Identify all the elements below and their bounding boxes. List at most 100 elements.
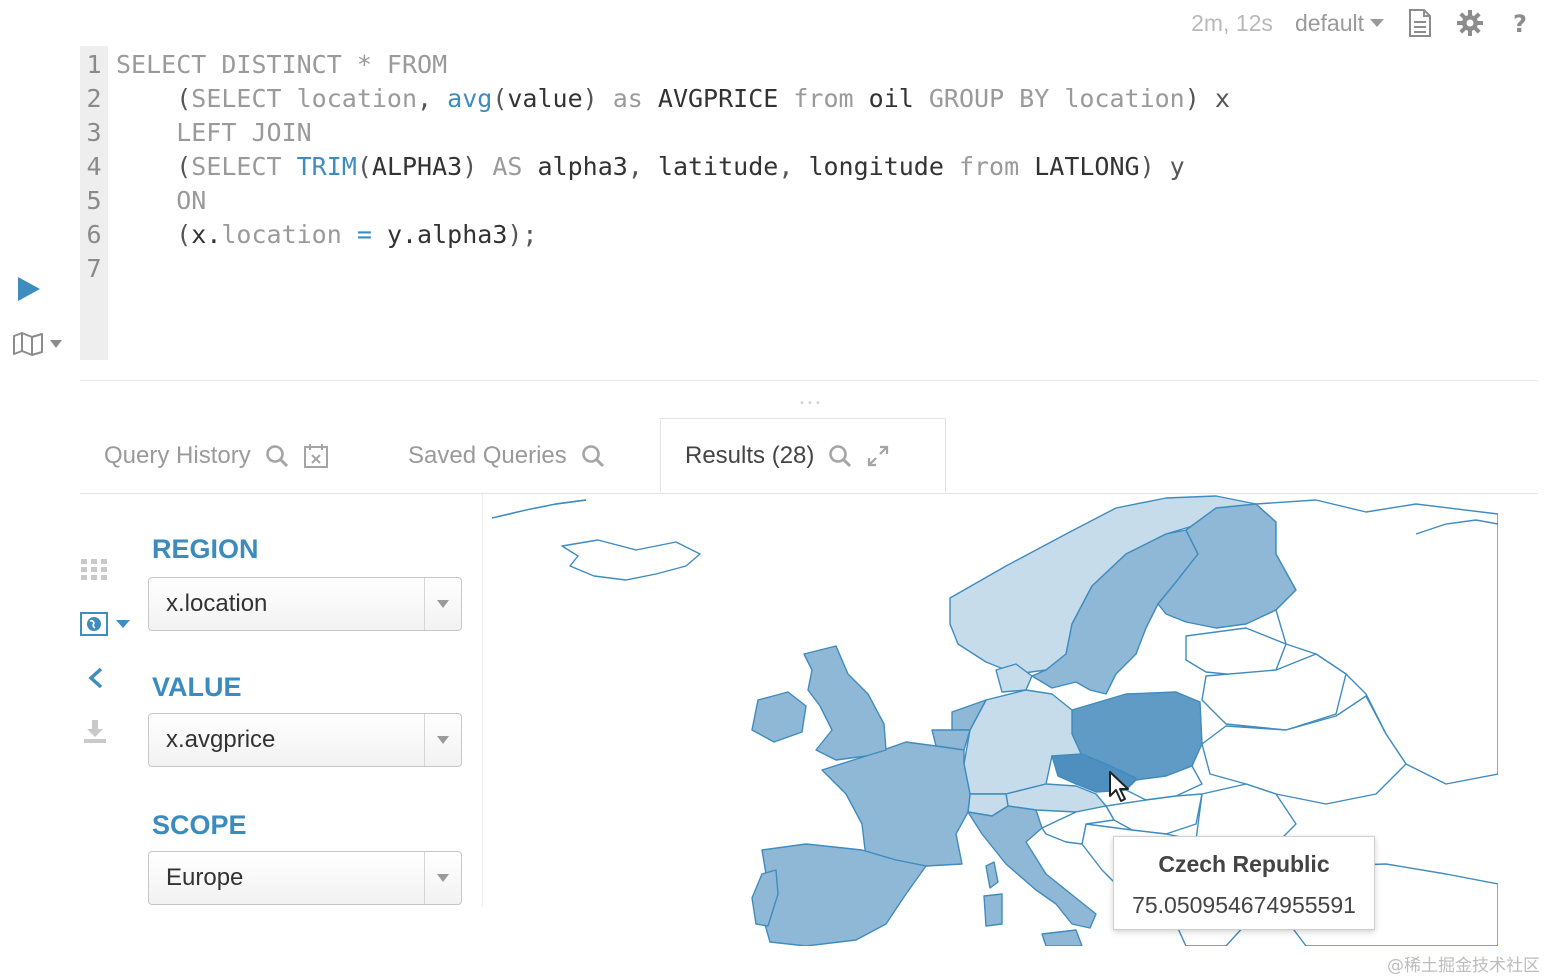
line-number: 2 bbox=[86, 84, 102, 113]
country-sicily[interactable] bbox=[1041, 929, 1083, 946]
grid-icon[interactable] bbox=[80, 558, 108, 580]
panel-separator bbox=[482, 494, 483, 906]
country-corsica[interactable] bbox=[985, 861, 999, 889]
code-line[interactable]: 3 LEFT JOIN bbox=[80, 116, 312, 150]
code-token: LEFT JOIN bbox=[116, 118, 312, 147]
code-token: AS bbox=[492, 152, 538, 181]
sql-editor[interactable]: 1 SELECT DISTINCT * FROM 2 (SELECT locatio… bbox=[80, 46, 1380, 360]
code-token: ALPHA3 bbox=[371, 152, 463, 181]
country-iceland[interactable] bbox=[561, 539, 701, 581]
code-line[interactable]: 4 (SELECT TRIM(ALPHA3) AS alpha3, latitu… bbox=[80, 150, 1185, 184]
code-token: longitude bbox=[808, 152, 959, 181]
code-token: ) y bbox=[1139, 152, 1185, 181]
select-arrow-icon bbox=[424, 578, 461, 630]
code-token: as bbox=[612, 84, 658, 113]
select-arrow-icon bbox=[424, 852, 461, 904]
line-code: (SELECT location, avg(value) as AVGPRICE… bbox=[108, 82, 1230, 116]
code-line[interactable]: 1 SELECT DISTINCT * FROM bbox=[80, 48, 447, 82]
code-token: SELECT bbox=[191, 152, 297, 181]
line-number: 7 bbox=[86, 254, 102, 283]
play-icon[interactable] bbox=[14, 274, 44, 304]
code-token: ( bbox=[356, 152, 372, 181]
code-token: TRIM bbox=[296, 152, 357, 181]
editor-divider bbox=[80, 380, 1538, 381]
code-token: ( bbox=[492, 84, 508, 113]
chevron-left-icon[interactable] bbox=[86, 666, 106, 690]
code-token: AVGPRICE bbox=[657, 84, 794, 113]
status-bar: 2m, 12s default ? bbox=[1191, 6, 1534, 40]
map-icon bbox=[13, 332, 43, 356]
database-selector[interactable]: default bbox=[1295, 10, 1384, 37]
value-label: VALUE bbox=[152, 672, 242, 702]
code-token: ( bbox=[116, 220, 192, 249]
code-token: SELECT bbox=[191, 84, 297, 113]
scope-select-value: Europe bbox=[166, 864, 244, 891]
line-number: 3 bbox=[86, 118, 102, 147]
code-token: ) bbox=[462, 152, 493, 181]
line-number: 4 bbox=[86, 152, 102, 181]
region-select[interactable]: x.location bbox=[148, 577, 462, 631]
watermark: @稀土掘金技术社区 bbox=[1387, 956, 1540, 976]
document-icon[interactable] bbox=[1406, 9, 1434, 37]
line-code: (SELECT TRIM(ALPHA3) AS alpha3, latitude… bbox=[108, 150, 1185, 184]
scope-label: SCOPE bbox=[152, 810, 247, 840]
chart-type-selector[interactable] bbox=[80, 612, 130, 636]
help-icon[interactable]: ? bbox=[1506, 9, 1534, 37]
code-token: x. bbox=[191, 220, 222, 249]
region-select-value: x.location bbox=[166, 590, 268, 617]
line-code: (x.location = y.alpha3); bbox=[108, 218, 537, 252]
code-token: ); bbox=[507, 220, 538, 249]
tab-query-history[interactable]: Query History bbox=[104, 418, 329, 493]
code-token: alpha3 bbox=[537, 152, 628, 181]
calendar-clear-icon[interactable] bbox=[303, 443, 329, 469]
code-line[interactable]: 6 (x.location = y.alpha3); bbox=[80, 218, 537, 252]
caret-down-icon bbox=[116, 620, 130, 628]
code-token: , bbox=[627, 152, 658, 181]
tab-label[interactable]: Saved Queries bbox=[408, 442, 567, 470]
tab-results[interactable]: Results (28) bbox=[660, 418, 946, 493]
code-token: from bbox=[793, 84, 869, 113]
search-icon[interactable] bbox=[265, 444, 289, 468]
download-icon[interactable] bbox=[82, 718, 108, 744]
select-arrow-icon bbox=[424, 714, 461, 766]
code-token: GROUP BY bbox=[928, 84, 1065, 113]
coastline bbox=[491, 499, 587, 519]
value-select[interactable]: x.avgprice bbox=[148, 713, 462, 767]
country-sardinia[interactable] bbox=[983, 893, 1003, 927]
execution-time: 2m, 12s bbox=[1191, 9, 1273, 36]
code-token: LATLONG bbox=[1034, 152, 1140, 181]
tooltip-value: 75.050954674955591 bbox=[1132, 892, 1356, 918]
code-line[interactable]: 2 (SELECT location, avg(value) as AVGPRI… bbox=[80, 82, 1230, 116]
code-token: ( bbox=[116, 152, 192, 181]
code-token: y.alpha3 bbox=[371, 220, 508, 249]
gear-icon[interactable] bbox=[1456, 9, 1484, 37]
map-tooltip: Czech Republic 75.050954674955591 bbox=[1113, 836, 1375, 930]
snippet-type-selector[interactable] bbox=[12, 330, 70, 358]
code-token: SELECT DISTINCT * FROM bbox=[116, 50, 448, 79]
country-united-kingdom[interactable] bbox=[803, 645, 887, 761]
database-name: default bbox=[1294, 9, 1364, 36]
globe-icon bbox=[80, 612, 108, 636]
resize-handle[interactable]: ••• bbox=[798, 398, 824, 409]
country-ireland[interactable] bbox=[751, 691, 807, 743]
code-line[interactable]: 7 bbox=[80, 252, 116, 286]
country-baltics[interactable] bbox=[1185, 627, 1287, 677]
line-code: LEFT JOIN bbox=[108, 116, 312, 150]
tab-label[interactable]: Query History bbox=[104, 442, 251, 470]
tab-label[interactable]: Results (28) bbox=[685, 442, 814, 470]
code-token: ) x bbox=[1184, 84, 1230, 113]
scope-select[interactable]: Europe bbox=[148, 851, 462, 905]
code-token: ON bbox=[116, 186, 207, 215]
code-token: , bbox=[778, 152, 809, 181]
line-code: SELECT DISTINCT * FROM bbox=[108, 48, 447, 82]
code-token: ) bbox=[582, 84, 613, 113]
search-icon[interactable] bbox=[828, 444, 852, 468]
code-token: ( bbox=[116, 84, 192, 113]
tab-saved-queries[interactable]: Saved Queries bbox=[408, 418, 605, 493]
code-line[interactable]: 5 ON bbox=[80, 184, 206, 218]
code-token: location bbox=[296, 84, 418, 113]
code-token: location bbox=[221, 220, 357, 249]
mouse-cursor-icon bbox=[1109, 771, 1129, 802]
search-icon[interactable] bbox=[581, 444, 605, 468]
expand-icon[interactable] bbox=[866, 444, 890, 468]
